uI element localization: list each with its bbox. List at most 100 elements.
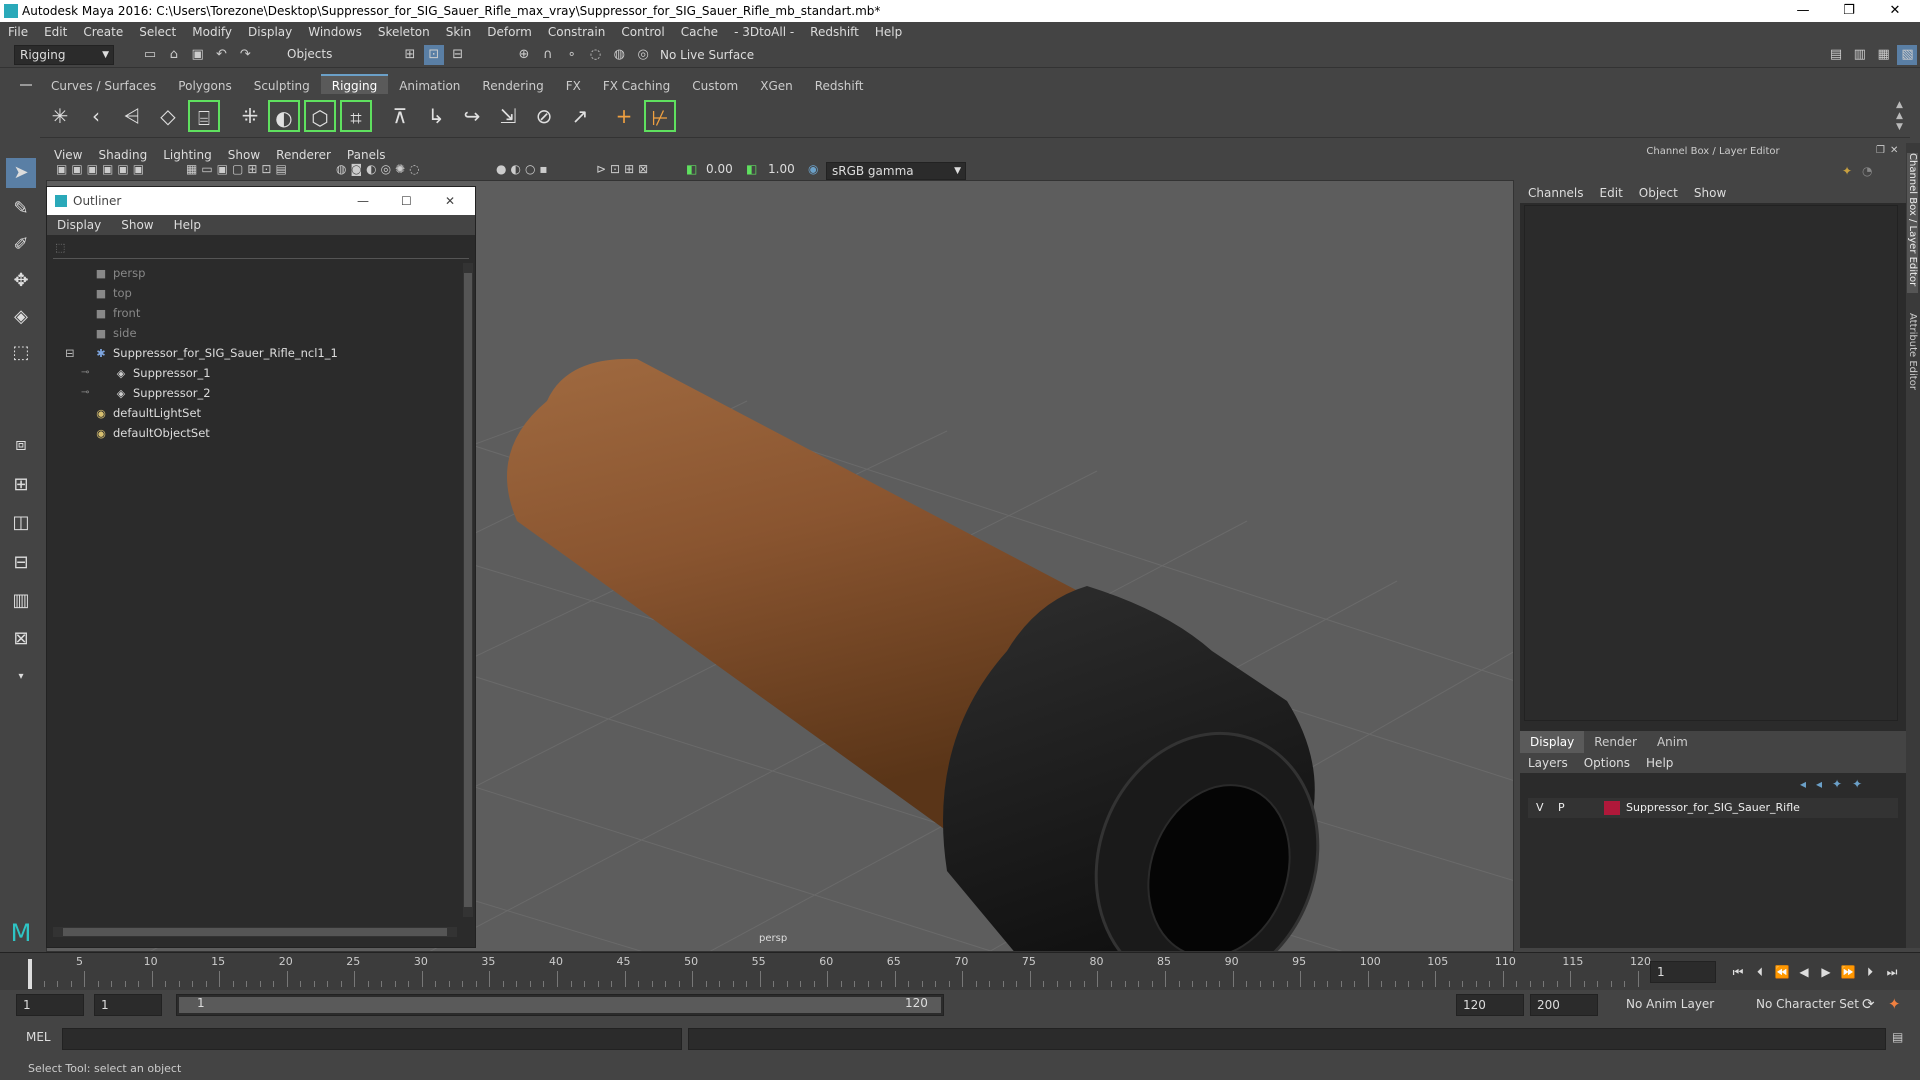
select-tool-icon[interactable]: ➤	[6, 158, 36, 188]
outliner-item[interactable]: ■ persp	[93, 263, 146, 283]
save-scene-icon[interactable]: ▣	[188, 45, 208, 65]
isolate-icons[interactable]: ⊳⊡⊞⊠	[596, 162, 652, 176]
menu-edit[interactable]: Edit	[36, 22, 75, 42]
snap-curve-icon[interactable]: ∩	[538, 45, 558, 65]
move-tool-icon[interactable]: ✥	[6, 266, 36, 296]
channel-box-toggle-icon[interactable]: ▥	[1850, 45, 1870, 65]
open-scene-icon[interactable]: ⌂	[164, 45, 184, 65]
shelf-tab-curves-surfaces[interactable]: Curves / Surfaces	[40, 76, 167, 96]
layer-name[interactable]: Suppressor_for_SIG_Sauer_Rifle	[1626, 798, 1800, 818]
step-forward-icon[interactable]: ⏵	[1860, 962, 1880, 982]
camera-tools-icons[interactable]: ▣▣▣▣▣▣	[56, 162, 148, 176]
redo-icon[interactable]: ↷	[235, 45, 255, 65]
ik-handle-icon[interactable]: ‹	[80, 100, 112, 132]
shelf-tab-custom[interactable]: Custom	[681, 76, 749, 96]
snap-surface-icon[interactable]: ◍	[609, 45, 629, 65]
ik-spline-icon[interactable]: ⩤	[116, 100, 148, 132]
select-hierarchy-icon[interactable]: ⊞	[400, 45, 420, 65]
bind-skin-icon[interactable]: ◐	[268, 100, 300, 132]
paint-select-icon[interactable]: ✐	[6, 230, 36, 260]
step-back-icon[interactable]: ⏴	[1750, 962, 1770, 982]
two-view-icon[interactable]: ◫	[6, 508, 36, 538]
channel-filter-icon[interactable]: ✦	[1842, 164, 1852, 178]
cluster-icon[interactable]: ⌗	[340, 100, 372, 132]
play-forward-icon[interactable]: ▶	[1816, 962, 1836, 982]
menu-help[interactable]: Help	[867, 22, 910, 42]
layout-menu-icon[interactable]: ▾	[6, 662, 36, 692]
start-time-field[interactable]: 1	[16, 994, 84, 1016]
parent-constraint-icon[interactable]: ↪	[456, 100, 488, 132]
display-layer-row[interactable]: V P Suppressor_for_SIG_Sauer_Rifle	[1528, 798, 1898, 818]
shelf-tab-xgen[interactable]: XGen	[749, 76, 804, 96]
menu-create[interactable]: Create	[75, 22, 131, 42]
shelf-tab-polygons[interactable]: Polygons	[167, 76, 242, 96]
go-to-start-icon[interactable]: ⏮	[1728, 962, 1748, 982]
side-tab-channel-box[interactable]: Channel Box / Layer Editor	[1907, 153, 1918, 293]
locator-icon[interactable]: ⁜	[234, 100, 266, 132]
side-tab-attribute-editor[interactable]: Attribute Editor	[1907, 313, 1918, 413]
channel-box-menu-object[interactable]: Object	[1631, 183, 1686, 203]
shelf-tab-animation[interactable]: Animation	[388, 76, 471, 96]
render-settings-icon[interactable]: ▤	[1826, 45, 1846, 65]
layer-color-swatch[interactable]	[1604, 801, 1620, 815]
rotate-tool-icon[interactable]: ◈	[6, 302, 36, 332]
outliner-window[interactable]: Outliner — ☐ ✕ Display Show Help ⬚ ■ persp ■…	[46, 186, 476, 948]
outliner-menu-help[interactable]: Help	[164, 215, 211, 235]
menu-constrain[interactable]: Constrain	[540, 22, 614, 42]
layer-playback-toggle[interactable]: P	[1558, 798, 1565, 818]
add-attribute-icon[interactable]: +	[608, 100, 640, 132]
menu-windows[interactable]: Windows	[300, 22, 370, 42]
menu-file[interactable]: File	[0, 22, 36, 42]
menu-redshift[interactable]: Redshift	[802, 22, 867, 42]
shelf-tab-redshift[interactable]: Redshift	[804, 76, 875, 96]
select-component-icon[interactable]: ⊟	[448, 45, 468, 65]
point-constraint-icon[interactable]: ⊼	[384, 100, 416, 132]
layer-tab-render[interactable]: Render	[1584, 731, 1647, 753]
anim-prefs-icon[interactable]: ✦	[1888, 995, 1901, 1013]
playback-end-field[interactable]: 120	[1456, 994, 1524, 1016]
menu-deform[interactable]: Deform	[479, 22, 540, 42]
menu-3dtoall[interactable]: - 3DtoAll -	[726, 22, 802, 42]
aim-constraint-icon[interactable]: ⊘	[528, 100, 560, 132]
playback-start-field[interactable]: 1	[94, 994, 162, 1016]
channel-box-menu-show[interactable]: Show	[1686, 183, 1734, 203]
menu-skin[interactable]: Skin	[438, 22, 480, 42]
menu-set-dropdown[interactable]: Rigging ▼	[14, 45, 114, 65]
menu-select[interactable]: Select	[131, 22, 184, 42]
layer-tab-anim[interactable]: Anim	[1647, 731, 1698, 753]
pole-vector-icon[interactable]: ↗	[564, 100, 596, 132]
close-button[interactable]: ✕	[1872, 0, 1918, 22]
shelf-tab-fx[interactable]: FX	[555, 76, 592, 96]
outliner-vscrollbar[interactable]	[463, 263, 473, 917]
graph-layout-icon[interactable]: ▥	[6, 586, 36, 616]
grid-view-icons[interactable]: ▦▭▣▢⊞⊡▤	[186, 162, 291, 176]
range-slider[interactable]: 1 120	[176, 994, 944, 1016]
auto-key-icon[interactable]: ⟳	[1862, 995, 1875, 1013]
layer-menu-options[interactable]: Options	[1576, 753, 1638, 773]
panel-close-icon[interactable]: ✕	[1890, 145, 1898, 156]
orient-constraint-icon[interactable]: ↳	[420, 100, 452, 132]
gamma-value[interactable]: 1.00	[768, 162, 795, 176]
character-set-dropdown[interactable]: No Character Set	[1750, 994, 1870, 1016]
play-backward-icon[interactable]: ◀	[1794, 962, 1814, 982]
shelf-menu-icon[interactable]	[20, 84, 32, 86]
restore-button[interactable]: ❐	[1826, 0, 1872, 22]
color-space-dropdown[interactable]: sRGB gamma ▼	[826, 162, 966, 180]
single-view-icon[interactable]: ⧈	[6, 430, 36, 460]
shelf-scroll-arrows[interactable]: ▲ ▲ ▼	[1896, 100, 1903, 133]
channel-box-menu-edit[interactable]: Edit	[1592, 183, 1631, 203]
time-ticks[interactable]: 5 10 15 20 25 30 35 40 45 50 55 60 65 70 75 80 85 90 95 100…	[30, 953, 1651, 991]
command-language[interactable]: MEL	[26, 1030, 51, 1044]
new-scene-icon[interactable]: ▭	[140, 45, 160, 65]
connection-editor-icon[interactable]: ⊬	[644, 100, 676, 132]
outliner-item[interactable]: ■ front	[93, 303, 141, 323]
outliner-menu-display[interactable]: Display	[47, 215, 111, 235]
shelf-tab-fx-caching[interactable]: FX Caching	[592, 76, 681, 96]
outliner-close-icon[interactable]: ✕	[445, 187, 455, 215]
menu-control[interactable]: Control	[613, 22, 672, 42]
persp-outliner-icon[interactable]: ⊟	[6, 548, 36, 578]
panel-float-icon[interactable]: ❐	[1876, 145, 1885, 156]
exposure-icon[interactable]: ◧	[686, 162, 697, 176]
lattice-icon[interactable]: ⬡	[304, 100, 336, 132]
range-slider-handle[interactable]	[179, 997, 941, 1013]
